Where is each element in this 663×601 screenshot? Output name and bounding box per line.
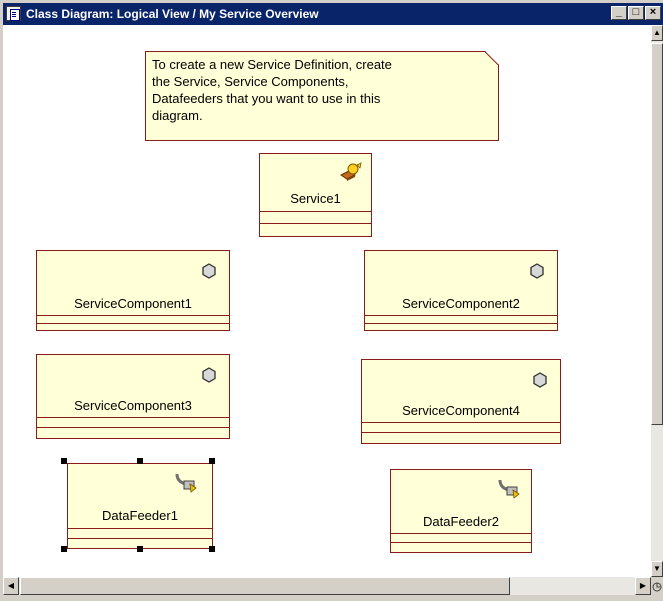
- diagram-window: Class Diagram: Logical View / My Service…: [0, 0, 663, 601]
- note-line: To create a new Service Definition, crea…: [152, 57, 392, 72]
- class-service1[interactable]: Service1: [259, 153, 372, 237]
- class-name: ServiceComponent2: [402, 296, 520, 311]
- scroll-right-button[interactable]: ▶: [635, 577, 651, 595]
- vertical-scroll-thumb[interactable]: [651, 43, 663, 425]
- class-name: ServiceComponent4: [402, 403, 520, 418]
- class-name: ServiceComponent3: [74, 398, 192, 413]
- class-servicecomponent1[interactable]: ServiceComponent1: [36, 250, 230, 331]
- minimize-button[interactable]: _: [611, 6, 627, 20]
- note-fold-corner: [485, 51, 499, 65]
- class-name: ServiceComponent1: [74, 296, 192, 311]
- component-icon: [201, 367, 217, 383]
- diagram-note[interactable]: To create a new Service Definition, crea…: [145, 51, 499, 141]
- size-grip[interactable]: [651, 577, 663, 595]
- scroll-left-button[interactable]: ◀: [3, 577, 19, 595]
- selection-handle-bottom[interactable]: [137, 546, 143, 552]
- selection-handle-top[interactable]: [137, 458, 143, 464]
- class-servicecomponent2[interactable]: ServiceComponent2: [364, 250, 558, 331]
- window-title: Class Diagram: Logical View / My Service…: [26, 7, 319, 21]
- note-line: Datafeeders that you want to use in this: [152, 91, 381, 106]
- operation-separator: [391, 542, 531, 543]
- selection-handle-bottom-right[interactable]: [209, 546, 215, 552]
- attribute-separator: [37, 315, 229, 316]
- service-icon: [339, 162, 363, 182]
- note-line: diagram.: [152, 108, 203, 123]
- diagram-canvas[interactable]: To create a new Service Definition, crea…: [3, 25, 651, 577]
- selection-handle-bottom-left[interactable]: [61, 546, 67, 552]
- class-name: DataFeeder1: [102, 508, 178, 523]
- attribute-separator: [362, 422, 560, 423]
- operation-separator: [68, 538, 212, 539]
- operation-separator: [365, 323, 557, 324]
- attribute-separator: [37, 417, 229, 418]
- title-bar[interactable]: Class Diagram: Logical View / My Service…: [3, 3, 663, 25]
- attribute-separator: [260, 211, 371, 212]
- resize-grip-icon: [652, 582, 662, 592]
- datafeeder-icon: [174, 472, 198, 494]
- note-line: the Service, Service Components,: [152, 74, 349, 89]
- operation-separator: [37, 427, 229, 428]
- attribute-separator: [391, 533, 531, 534]
- component-icon: [529, 263, 545, 279]
- close-button[interactable]: ×: [645, 6, 661, 20]
- selection-handle-top-left[interactable]: [61, 458, 67, 464]
- horizontal-scroll-thumb[interactable]: [20, 577, 510, 595]
- maximize-button[interactable]: □: [628, 6, 644, 20]
- selection-handle-top-right[interactable]: [209, 458, 215, 464]
- component-icon: [201, 263, 217, 279]
- class-name: Service1: [290, 191, 341, 206]
- attribute-separator: [68, 528, 212, 529]
- datafeeder-icon: [497, 478, 521, 500]
- document-icon: [6, 6, 21, 21]
- operation-separator: [37, 323, 229, 324]
- class-servicecomponent3[interactable]: ServiceComponent3: [36, 354, 230, 439]
- horizontal-scrollbar[interactable]: ◀ ▶: [3, 577, 651, 595]
- operation-separator: [260, 223, 371, 224]
- class-name: DataFeeder2: [423, 514, 499, 529]
- class-datafeeder2[interactable]: DataFeeder2: [390, 469, 532, 553]
- component-icon: [532, 372, 548, 388]
- class-servicecomponent4[interactable]: ServiceComponent4: [361, 359, 561, 444]
- vertical-scrollbar[interactable]: ▲ ▼: [651, 25, 663, 577]
- attribute-separator: [365, 315, 557, 316]
- operation-separator: [362, 432, 560, 433]
- class-datafeeder1[interactable]: DataFeeder1: [67, 463, 213, 549]
- scroll-up-button[interactable]: ▲: [651, 25, 663, 41]
- scroll-down-button[interactable]: ▼: [651, 561, 663, 577]
